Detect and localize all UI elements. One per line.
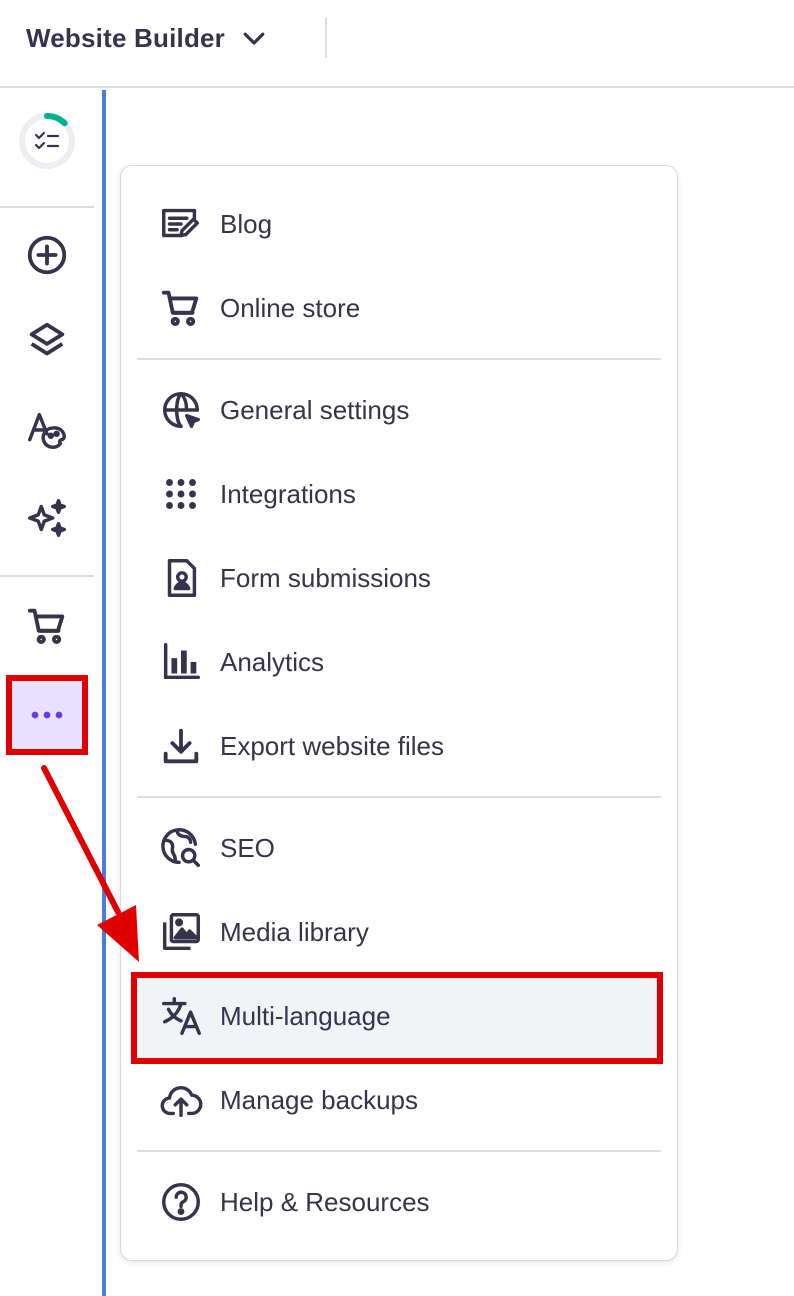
menu-item-analytics[interactable]: Analytics: [138, 626, 658, 698]
styles-icon: [28, 412, 66, 449]
menu-item-seo[interactable]: SEO: [138, 812, 658, 884]
website-builder-dropdown[interactable]: Website Builder: [26, 18, 269, 58]
help-circle-icon: [162, 1183, 200, 1221]
topbar-divider: [325, 18, 327, 58]
menu-item-label: SEO: [220, 832, 275, 863]
menu-item-form-submissions[interactable]: Form submissions: [138, 542, 658, 614]
cart-icon: [161, 290, 199, 327]
menu-item-label: Help & Resources: [220, 1186, 430, 1217]
sidebar-separator: [0, 575, 94, 577]
images-icon: [162, 913, 200, 951]
bar-chart-icon: [163, 643, 200, 680]
blog-edit-icon: [162, 208, 200, 238]
menu-item-label: Multi-language: [220, 1000, 391, 1031]
menu-item-label: Media library: [220, 916, 369, 947]
menu-separator: [137, 796, 661, 798]
menu-item-manage-backups[interactable]: Manage backups: [138, 1064, 658, 1136]
menu-item-label: Export website files: [220, 730, 444, 761]
menu-item-help-resources[interactable]: Help & Resources: [138, 1166, 658, 1238]
globe-search-icon: [161, 828, 200, 867]
chevron-down-icon: [243, 32, 265, 45]
menu-item-general-settings[interactable]: General settings: [138, 374, 658, 446]
progress-checklist-icon[interactable]: [18, 112, 76, 170]
menu-item-multi-language[interactable]: Multi-language: [138, 980, 658, 1052]
menu-item-blog[interactable]: Blog: [138, 188, 658, 260]
menu-item-label: Integrations: [220, 478, 356, 509]
more-icon: [31, 711, 63, 719]
menu-separator: [137, 1150, 661, 1152]
translate-icon: [162, 997, 201, 1035]
menu-item-label: General settings: [220, 394, 410, 425]
grid-dots-icon: [166, 479, 196, 509]
top-bar: Website Builder: [0, 0, 794, 88]
canvas-edge-line: [102, 90, 106, 1296]
add-element-button[interactable]: [10, 225, 84, 285]
ai-tools-button[interactable]: [10, 488, 84, 548]
menu-item-online-store[interactable]: Online store: [138, 272, 658, 344]
menu-separator: [137, 358, 661, 360]
download-icon: [163, 728, 199, 764]
layers-button[interactable]: [10, 312, 84, 372]
layers-icon: [29, 322, 65, 356]
form-person-icon: [167, 559, 197, 597]
more-options-button[interactable]: [6, 675, 88, 755]
styles-button[interactable]: [10, 400, 84, 460]
menu-item-label: Form submissions: [220, 562, 431, 593]
sidebar-separator: [0, 206, 94, 208]
menu-item-label: Analytics: [220, 646, 325, 677]
store-button[interactable]: [10, 596, 84, 656]
add-element-icon: [27, 235, 67, 275]
menu-item-media-library[interactable]: Media library: [138, 896, 658, 968]
menu-item-label: Manage backups: [220, 1084, 419, 1115]
menu-item-label: Online store: [220, 292, 361, 323]
globe-cursor-icon: [162, 391, 200, 429]
ai-sparkles-icon: [28, 499, 66, 537]
menu-item-integrations[interactable]: Integrations: [138, 458, 658, 530]
menu-item-export-website-files[interactable]: Export website files: [138, 710, 658, 782]
app-title: Website Builder: [26, 22, 226, 53]
store-cart-icon: [27, 608, 65, 645]
cloud-upload-icon: [160, 1085, 203, 1118]
menu-item-label: Blog: [220, 208, 273, 239]
